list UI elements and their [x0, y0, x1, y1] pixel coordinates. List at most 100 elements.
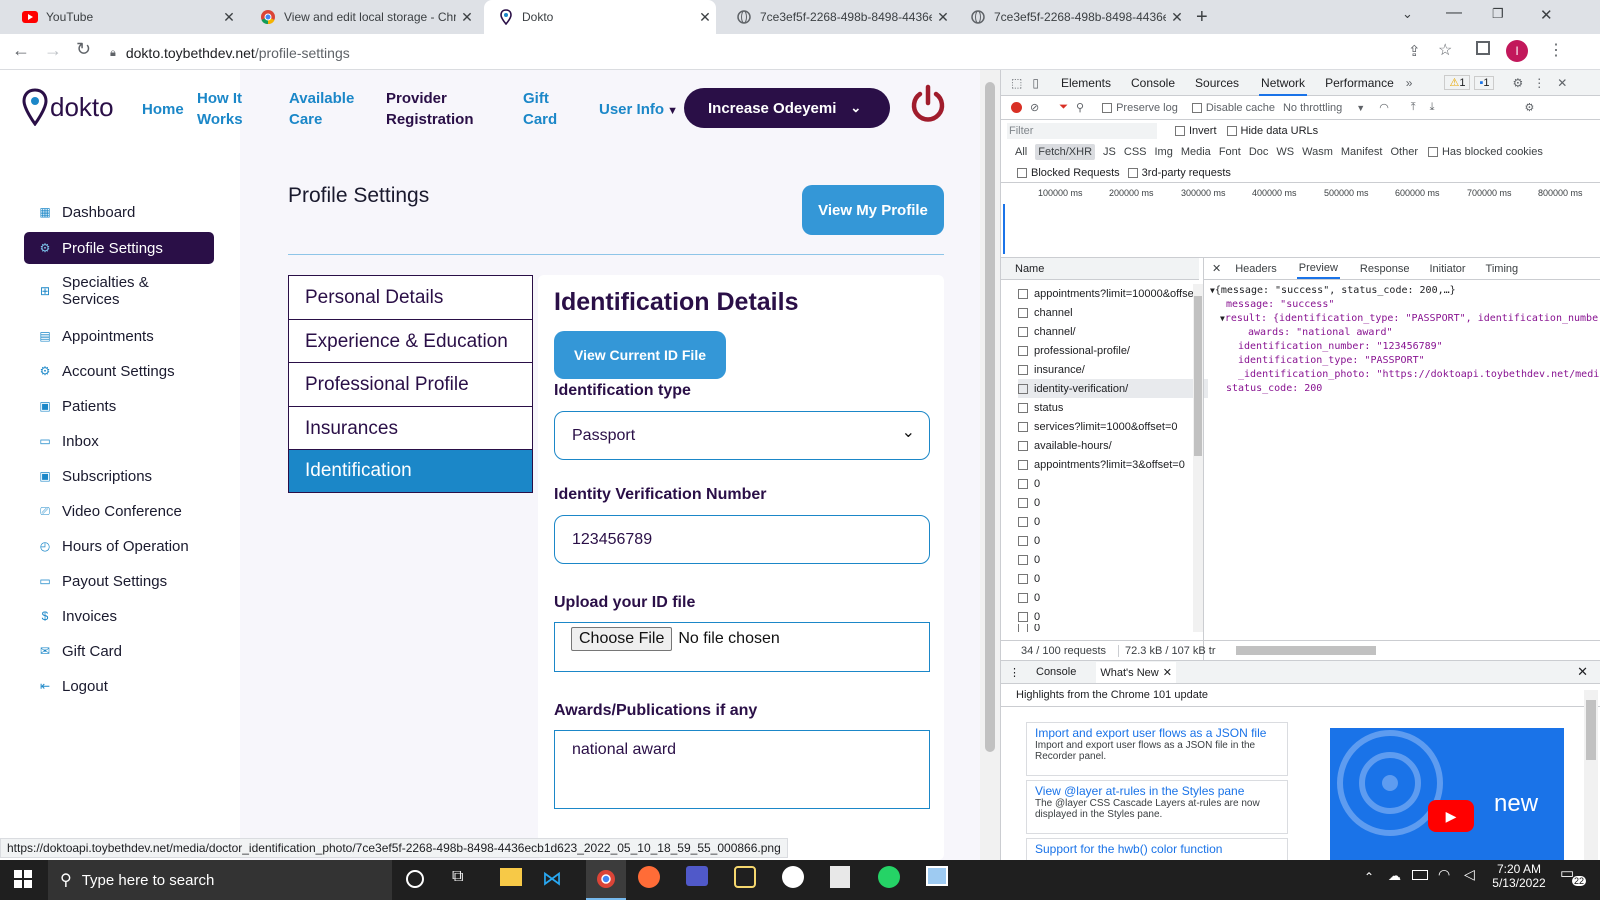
device-toggle-icon[interactable]: ▯	[1032, 76, 1039, 90]
record-icon[interactable]	[1011, 102, 1022, 113]
user-menu-button[interactable]: Increase Odeyemi ⌄	[684, 88, 890, 128]
type-css[interactable]: CSS	[1124, 146, 1147, 158]
close-tab-icon[interactable]: ✕	[456, 9, 478, 26]
new-tab-button[interactable]: +	[1196, 6, 1208, 29]
request-row[interactable]: status	[1018, 398, 1208, 417]
app-icon[interactable]	[734, 866, 756, 888]
nav-user-info[interactable]: User Info ▼	[599, 99, 678, 122]
close-detail-icon[interactable]: ✕	[1212, 262, 1221, 275]
sidebar-item-account-settings[interactable]: ⚙ Account Settings	[24, 355, 214, 387]
request-row[interactable]: 0	[1018, 550, 1208, 569]
devtools-tab-console[interactable]: Console	[1131, 76, 1175, 90]
filter-icon[interactable]: ⏷	[1059, 101, 1068, 114]
sidebar-item-profile-settings[interactable]: ⚙ Profile Settings	[24, 232, 214, 264]
warnings-badge[interactable]: ⚠1	[1444, 75, 1471, 90]
type-all[interactable]: All	[1015, 146, 1027, 158]
nav-available-care[interactable]: Available Care	[289, 88, 354, 130]
request-row[interactable]: professional-profile/	[1018, 341, 1208, 360]
tab-personal-details[interactable]: Personal Details	[288, 275, 533, 319]
request-row[interactable]: 0	[1018, 512, 1208, 531]
type-media[interactable]: Media	[1181, 146, 1211, 158]
type-fetch-xhr[interactable]: Fetch/XHR	[1035, 144, 1096, 160]
close-tab-icon[interactable]: ✕	[932, 9, 954, 26]
view-my-profile-button[interactable]: View My Profile	[802, 185, 944, 235]
third-party-checkbox[interactable]	[1127, 167, 1138, 178]
request-row[interactable]: 0	[1018, 624, 1208, 632]
whats-new-card[interactable]: Import and export user flows as a JSON f…	[1026, 722, 1288, 776]
close-tab-icon[interactable]: ✕	[218, 9, 240, 26]
request-row[interactable]: 0	[1018, 569, 1208, 588]
sidebar-item-appointments[interactable]: ▤ Appointments	[24, 320, 214, 352]
browser-tab-local-storage[interactable]: View and edit local storage - Chr ✕	[246, 0, 478, 34]
vscode-icon[interactable]: ⋈	[542, 866, 562, 891]
battery-icon[interactable]	[1412, 870, 1428, 880]
request-row[interactable]: channel/	[1018, 322, 1208, 341]
type-manifest[interactable]: Manifest	[1341, 146, 1383, 158]
volume-icon[interactable]: ◁	[1464, 866, 1475, 883]
clock[interactable]: 7:20 AM 5/13/2022	[1490, 862, 1548, 890]
wifi-icon[interactable]: ◠	[1438, 866, 1450, 883]
devtools-tab-performance[interactable]: Performance	[1325, 76, 1394, 90]
request-row[interactable]: 0	[1018, 531, 1208, 550]
whatsapp-icon[interactable]	[878, 866, 900, 888]
wifi-icon[interactable]: ◠	[1379, 101, 1389, 114]
side-panel-icon[interactable]	[1476, 41, 1490, 55]
cloud-icon[interactable]: ☁	[1388, 868, 1401, 884]
id-file-input[interactable]: Choose File No file chosen	[554, 622, 930, 672]
drawer-close-icon[interactable]: ✕	[1577, 664, 1588, 680]
bookmark-star-icon[interactable]: ☆	[1438, 40, 1452, 60]
request-row[interactable]: services?limit=1000&offset=0	[1018, 417, 1208, 436]
browser-tab-dokto[interactable]: Dokto ✕	[484, 0, 716, 34]
preview-root[interactable]: ▼{message: "success", status_code: 200,……	[1210, 284, 1600, 298]
network-settings-icon[interactable]: ⚙	[1525, 101, 1535, 114]
close-tab-icon[interactable]: ✕	[694, 9, 716, 26]
invert-checkbox[interactable]	[1175, 126, 1185, 136]
drawer-tab-whats-new[interactable]: What's New ✕	[1096, 661, 1176, 683]
browser-tab-file-1[interactable]: 7ce3ef5f-2268-498b-8498-4436e ✕	[722, 0, 954, 34]
sidebar-item-specialties[interactable]: ⊞ Specialties & Services	[24, 270, 214, 312]
tab-identification[interactable]: Identification	[288, 449, 533, 493]
cortana-icon[interactable]	[406, 870, 424, 888]
type-font[interactable]: Font	[1219, 146, 1241, 158]
browser-tab-youtube[interactable]: YouTube ✕	[8, 0, 240, 34]
sidebar-item-invoices[interactable]: $ Invoices	[24, 600, 214, 632]
page-scrollbar[interactable]	[980, 70, 1000, 860]
clear-icon[interactable]: ⊘	[1030, 101, 1039, 114]
type-wasm[interactable]: Wasm	[1302, 146, 1333, 158]
detail-tab-response[interactable]: Response	[1360, 263, 1410, 275]
filter-input[interactable]: Filter	[1007, 123, 1157, 139]
messages-badge[interactable]: ▪1	[1474, 75, 1495, 90]
sidebar-item-dashboard[interactable]: ▦ Dashboard	[24, 196, 214, 228]
sidebar-item-payout[interactable]: ▭ Payout Settings	[24, 565, 214, 597]
share-icon[interactable]: ⇪	[1408, 42, 1421, 60]
window-app-icon[interactable]	[926, 866, 948, 886]
scrollbar-thumb[interactable]	[1194, 296, 1202, 456]
panel-splitter[interactable]	[1203, 258, 1204, 660]
request-row[interactable]: appointments?limit=10000&offse	[1018, 284, 1208, 303]
reload-icon[interactable]: ↻	[76, 39, 91, 60]
id-number-input[interactable]: 123456789	[554, 515, 930, 564]
preserve-log-checkbox[interactable]	[1102, 102, 1113, 113]
inspect-icon[interactable]: ⬚	[1011, 76, 1022, 90]
window-close-icon[interactable]: ✕	[1540, 6, 1553, 24]
sidebar-item-hours[interactable]: ◴ Hours of Operation	[24, 530, 214, 562]
id-type-select[interactable]: Passport ⌄	[554, 411, 930, 460]
devtools-tab-network[interactable]: Network	[1259, 70, 1308, 96]
drawer-scrollbar[interactable]	[1584, 690, 1598, 860]
detail-tab-preview[interactable]: Preview	[1296, 258, 1340, 279]
import-icon[interactable]: ⤒	[1411, 101, 1416, 114]
document-app-icon[interactable]	[830, 866, 850, 888]
close-tab-icon[interactable]: ✕	[1166, 9, 1188, 26]
nav-provider-registration[interactable]: Provider Registration	[386, 88, 474, 130]
h-scrollbar[interactable]	[1235, 646, 1376, 655]
devtools-tab-elements[interactable]: Elements	[1061, 76, 1111, 90]
request-row[interactable]: 0	[1018, 474, 1208, 493]
type-doc[interactable]: Doc	[1249, 146, 1269, 158]
type-ws[interactable]: WS	[1276, 146, 1294, 158]
windows-start-icon[interactable]	[14, 870, 32, 893]
blocked-cookies-checkbox[interactable]	[1427, 147, 1438, 157]
request-row[interactable]: channel	[1018, 303, 1208, 322]
blocked-requests-checkbox[interactable]	[1017, 167, 1027, 178]
restore-icon[interactable]: ❐	[1492, 6, 1504, 22]
taskbar-search-box[interactable]: ⚲ Type here to search	[48, 860, 392, 900]
